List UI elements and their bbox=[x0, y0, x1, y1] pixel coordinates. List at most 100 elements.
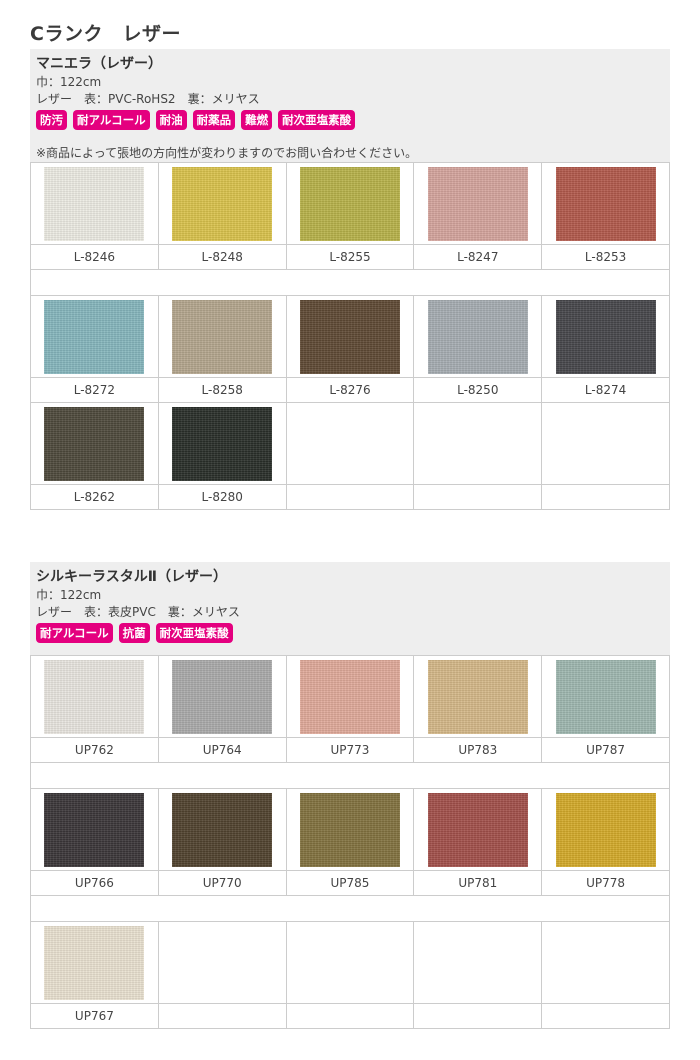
swatch-cell[interactable] bbox=[541, 162, 670, 245]
swatch-code: L-8246 bbox=[30, 244, 159, 270]
swatch-cell[interactable] bbox=[541, 295, 670, 378]
product-spec: レザー 表：PVC-RoHS2 裏：メリヤス bbox=[36, 92, 260, 106]
swatch-row bbox=[30, 162, 670, 245]
swatch-code: L-8248 bbox=[157, 244, 287, 270]
fabric-swatch[interactable] bbox=[299, 166, 400, 241]
product-section: マニエラ（レザー） 巾：122cm レザー 表：PVC-RoHS2 裏：メリヤス… bbox=[30, 49, 670, 510]
swatch-cell[interactable] bbox=[413, 295, 543, 378]
empty-cell bbox=[413, 484, 543, 510]
page-title: Cランク レザー bbox=[30, 23, 181, 45]
empty-cell bbox=[285, 402, 415, 485]
swatch-code: UP773 bbox=[285, 737, 415, 763]
product-spec: レザー 表：表皮PVC 裏：メリヤス bbox=[36, 605, 240, 619]
empty-cell bbox=[541, 402, 670, 485]
fabric-swatch[interactable] bbox=[427, 299, 528, 374]
spacer-row bbox=[30, 895, 670, 922]
fabric-swatch[interactable] bbox=[299, 792, 400, 867]
fabric-swatch[interactable] bbox=[172, 659, 273, 734]
swatch-code: L-8250 bbox=[413, 377, 543, 403]
swatch-code: L-8258 bbox=[157, 377, 287, 403]
fabric-swatch[interactable] bbox=[172, 792, 273, 867]
fabric-swatch[interactable] bbox=[555, 166, 656, 241]
fabric-swatch[interactable] bbox=[427, 659, 528, 734]
fabric-swatch[interactable] bbox=[44, 299, 145, 374]
feature-badges: 耐アルコール 抗菌 耐次亜塩素酸 bbox=[36, 621, 664, 645]
empty-cell bbox=[541, 1003, 670, 1029]
swatch-code: L-8274 bbox=[541, 377, 670, 403]
swatch-cell[interactable] bbox=[30, 655, 159, 738]
swatch-row bbox=[30, 295, 670, 378]
feature-badge: 防汚 bbox=[36, 110, 67, 130]
section-header: マニエラ（レザー） 巾：122cm レザー 表：PVC-RoHS2 裏：メリヤス… bbox=[30, 49, 670, 162]
swatch-cell[interactable] bbox=[157, 402, 287, 485]
spacer-cell bbox=[30, 269, 670, 296]
swatch-cell[interactable] bbox=[30, 402, 159, 485]
empty-cell bbox=[157, 1003, 287, 1029]
label-row: L-8262 L-8280 bbox=[30, 484, 670, 510]
fabric-swatch[interactable] bbox=[44, 659, 145, 734]
fabric-swatch[interactable] bbox=[299, 299, 400, 374]
swatch-cell[interactable] bbox=[30, 295, 159, 378]
label-row: UP767 bbox=[30, 1003, 670, 1029]
swatch-grid: L-8246 L-8248 L-8255 L-8247 L-8253 L-827… bbox=[30, 162, 670, 510]
product-name: シルキーラスタルⅡ（レザー） bbox=[36, 569, 227, 585]
swatch-code: L-8253 bbox=[541, 244, 670, 270]
fabric-swatch[interactable] bbox=[555, 299, 656, 374]
fabric-swatch[interactable] bbox=[555, 792, 656, 867]
swatch-cell[interactable] bbox=[541, 788, 670, 871]
swatch-cell[interactable] bbox=[30, 788, 159, 871]
fabric-swatch[interactable] bbox=[44, 925, 145, 1000]
swatch-row bbox=[30, 402, 670, 485]
swatch-code: UP762 bbox=[30, 737, 159, 763]
feature-badge: 耐アルコール bbox=[36, 623, 113, 643]
feature-badge: 抗菌 bbox=[118, 623, 150, 643]
empty-cell bbox=[413, 402, 543, 485]
fabric-swatch[interactable] bbox=[172, 406, 273, 481]
fabric-swatch[interactable] bbox=[299, 659, 400, 734]
spacer-cell bbox=[30, 895, 670, 922]
fabric-swatch[interactable] bbox=[172, 166, 273, 241]
fabric-swatch[interactable] bbox=[555, 659, 656, 734]
swatch-row bbox=[30, 921, 670, 1004]
swatch-cell[interactable] bbox=[413, 655, 543, 738]
feature-badge: 耐次亜塩素酸 bbox=[278, 110, 356, 130]
section-header: シルキーラスタルⅡ（レザー） 巾：122cm レザー 表：表皮PVC 裏：メリヤ… bbox=[30, 562, 670, 655]
fabric-swatch[interactable] bbox=[44, 406, 145, 481]
swatch-cell[interactable] bbox=[30, 921, 159, 1004]
swatch-cell[interactable] bbox=[285, 655, 415, 738]
product-name: マニエラ（レザー） bbox=[36, 56, 162, 72]
swatch-cell[interactable] bbox=[157, 788, 287, 871]
empty-cell bbox=[285, 921, 415, 1004]
swatch-cell[interactable] bbox=[413, 162, 543, 245]
empty-cell bbox=[285, 484, 415, 510]
swatch-row bbox=[30, 788, 670, 871]
fabric-swatch[interactable] bbox=[44, 792, 145, 867]
feature-badge: 耐薬品 bbox=[192, 110, 236, 130]
spacer-cell bbox=[30, 762, 670, 789]
empty-cell bbox=[285, 1003, 415, 1029]
direction-note: ※商品によって張地の方向性が変わりますのでお問い合わせください。 bbox=[36, 146, 418, 160]
empty-cell bbox=[413, 1003, 543, 1029]
fabric-swatch[interactable] bbox=[427, 166, 528, 241]
swatch-cell[interactable] bbox=[285, 162, 415, 245]
swatch-cell[interactable] bbox=[285, 788, 415, 871]
swatch-code: UP778 bbox=[541, 870, 670, 896]
product-width: 巾：122cm bbox=[36, 588, 102, 602]
swatch-code: UP787 bbox=[541, 737, 670, 763]
feature-badge: 耐アルコール bbox=[73, 110, 150, 130]
swatch-cell[interactable] bbox=[157, 295, 287, 378]
swatch-cell[interactable] bbox=[285, 295, 415, 378]
fabric-swatch[interactable] bbox=[44, 166, 145, 241]
swatch-cell[interactable] bbox=[413, 788, 543, 871]
spacer-row bbox=[30, 762, 670, 789]
swatch-cell[interactable] bbox=[30, 162, 159, 245]
feature-badge: 耐次亜塩素酸 bbox=[155, 623, 233, 643]
fabric-swatch[interactable] bbox=[172, 299, 273, 374]
swatch-cell[interactable] bbox=[541, 655, 670, 738]
swatch-cell[interactable] bbox=[157, 655, 287, 738]
fabric-swatch[interactable] bbox=[427, 792, 528, 867]
empty-cell bbox=[541, 921, 670, 1004]
swatch-cell[interactable] bbox=[157, 162, 287, 245]
swatch-code: UP767 bbox=[30, 1003, 159, 1029]
label-row: UP766 UP770 UP785 UP781 UP778 bbox=[30, 870, 670, 896]
